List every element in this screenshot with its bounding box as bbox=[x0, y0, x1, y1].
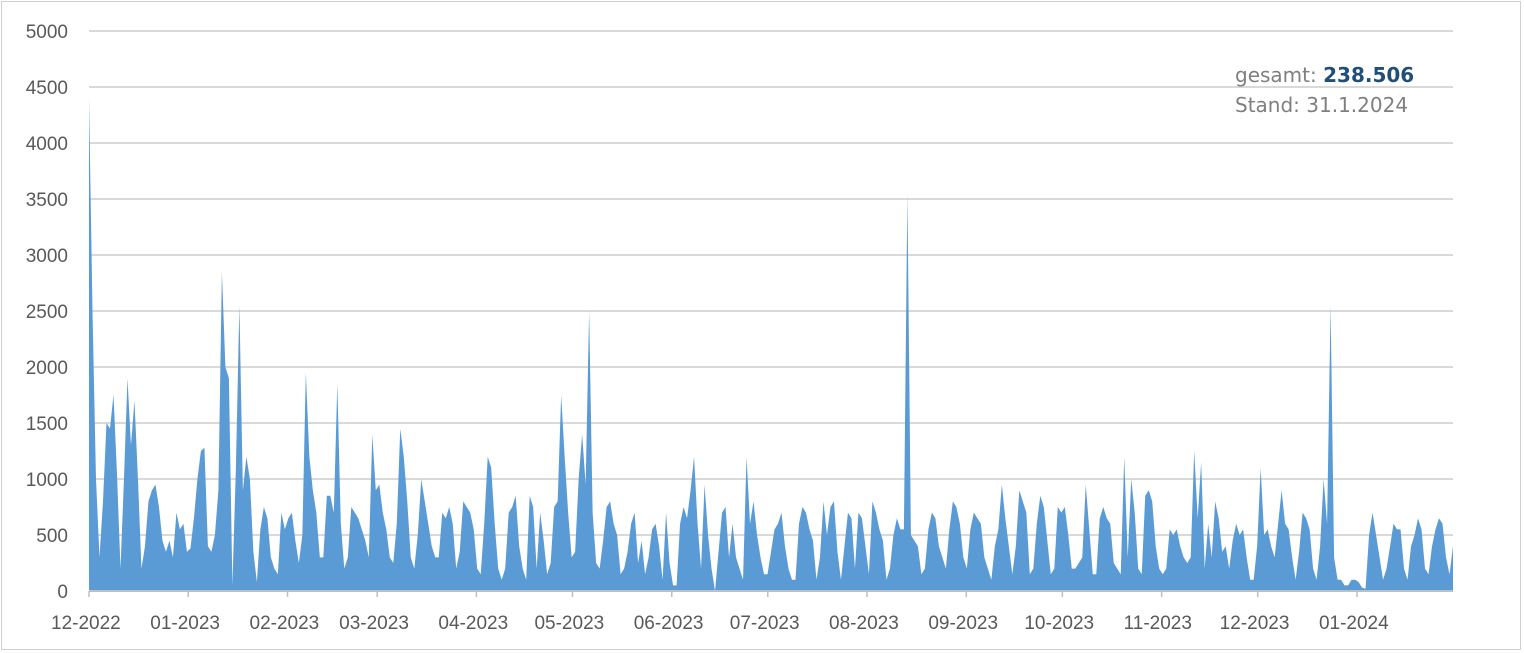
x-tick-label: 07-2023 bbox=[730, 613, 800, 634]
x-tick-label: 10-2023 bbox=[1024, 613, 1094, 634]
y-tick-label: 2500 bbox=[26, 302, 68, 323]
x-tick-label: 08-2023 bbox=[829, 613, 899, 634]
x-tick-label: 03-2023 bbox=[339, 613, 409, 634]
x-tick-label: 01-2023 bbox=[150, 613, 220, 634]
y-tick-label: 1500 bbox=[26, 414, 68, 435]
x-tick-label: 02-2023 bbox=[250, 613, 320, 634]
y-tick-label: 3500 bbox=[26, 190, 68, 211]
x-tick-label: 04-2023 bbox=[438, 613, 508, 634]
stand-line: Stand: 31.1.2024 bbox=[1235, 93, 1409, 117]
total-line: gesamt: 238.506 bbox=[1235, 60, 1414, 90]
x-tick-label: 05-2023 bbox=[534, 613, 604, 634]
x-tick-label: 12-2023 bbox=[1220, 613, 1290, 634]
x-tick-label: 09-2023 bbox=[928, 613, 998, 634]
y-tick-label: 500 bbox=[36, 526, 68, 547]
x-tick-label: 12-2022 bbox=[51, 613, 121, 634]
y-tick-label: 2000 bbox=[26, 358, 68, 379]
x-tick-label: 06-2023 bbox=[634, 613, 704, 634]
chart-frame: 0 500 1000 1500 2000 2500 3000 3500 4000 4500 5000… bbox=[1, 1, 1521, 650]
x-tick-label: 01-2024 bbox=[1319, 613, 1389, 634]
y-tick-label: 5000 bbox=[26, 22, 68, 43]
y-tick-label: 1000 bbox=[26, 470, 68, 491]
y-tick-label: 0 bbox=[57, 582, 68, 603]
y-tick-label: 4500 bbox=[26, 78, 68, 99]
area-series bbox=[89, 98, 1453, 591]
total-label: gesamt: bbox=[1235, 63, 1324, 87]
chart-annotation: gesamt: 238.506 Stand: 31.1.2024 bbox=[1235, 60, 1414, 120]
y-tick-label: 3000 bbox=[26, 246, 68, 267]
x-tick-label: 11-2023 bbox=[1124, 613, 1192, 634]
y-tick-label: 4000 bbox=[26, 134, 68, 155]
total-value: 238.506 bbox=[1323, 63, 1415, 87]
